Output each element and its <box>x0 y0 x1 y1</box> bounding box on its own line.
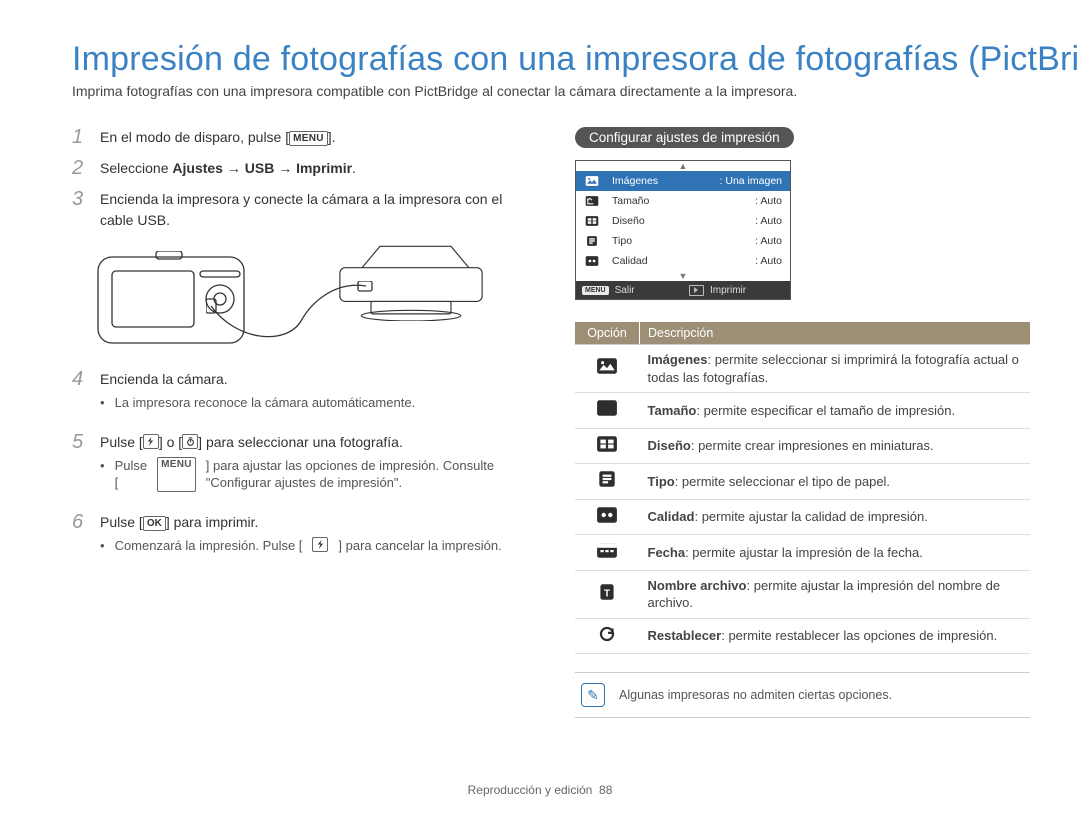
row-value: Auto <box>755 215 782 227</box>
footer-exit: Salir <box>615 285 635 296</box>
row-label: Tipo <box>612 235 755 247</box>
option-icon <box>575 464 640 500</box>
options-table: Opción Descripción Imágenes: permite sel… <box>575 322 1030 654</box>
scroll-down-icon: ▼ <box>576 271 790 281</box>
step-number: 4 <box>72 369 90 422</box>
print-menu-screen: ▲ ImágenesUna imagenTamañoAutoDiseñoAuto… <box>575 160 791 300</box>
table-row: Calidad: permite ajustar la calidad de i… <box>575 499 1030 535</box>
step-number: 1 <box>72 127 90 148</box>
option-desc: Restablecer: permite restablecer las opc… <box>640 618 1031 654</box>
menu-row: CalidadAuto <box>576 251 790 271</box>
table-row: Tipo: permite seleccionar el tipo de pap… <box>575 464 1030 500</box>
row-value: Auto <box>755 195 782 207</box>
play-icon <box>689 285 704 296</box>
footer-print: Imprimir <box>710 285 746 296</box>
note-text: Algunas impresoras no admiten ciertas op… <box>619 688 892 702</box>
th-option: Opción <box>575 322 640 345</box>
section-pill: Configurar ajustes de impresión <box>575 127 794 148</box>
ok-icon: OK <box>143 516 166 531</box>
option-icon <box>575 393 640 429</box>
row-icon <box>582 214 602 228</box>
row-icon <box>582 234 602 248</box>
step-number: 2 <box>72 158 90 179</box>
row-label: Tamaño <box>612 195 755 207</box>
step6-bullet: Comenzará la impresión. Pulse [] para ca… <box>100 537 527 555</box>
option-desc: Imágenes: permite seleccionar si imprimi… <box>640 345 1031 393</box>
table-row: Diseño: permite crear impresiones en min… <box>575 428 1030 464</box>
svg-text:T: T <box>604 588 610 599</box>
camera-printer-illustration <box>96 241 527 355</box>
step3-text: Encienda la impresora y conecte la cámar… <box>100 189 527 231</box>
step2-bold: Ajustes → USB → Imprimir <box>172 160 352 176</box>
option-desc: Calidad: permite ajustar la calidad de i… <box>640 499 1031 535</box>
row-icon <box>582 194 602 208</box>
th-desc: Descripción <box>640 322 1031 345</box>
row-icon <box>582 254 602 268</box>
row-label: Calidad <box>612 255 755 267</box>
option-icon <box>575 499 640 535</box>
option-icon: T <box>575 570 640 618</box>
menu-icon: MENU <box>157 457 196 492</box>
step-number: 5 <box>72 432 90 502</box>
table-row: Tamaño: permite especificar el tamaño de… <box>575 393 1030 429</box>
settings-column: Configurar ajustes de impresión ▲ Imágen… <box>575 127 1030 718</box>
option-desc: Tamaño: permite especificar el tamaño de… <box>640 393 1031 429</box>
menu-icon: MENU <box>289 131 328 146</box>
menu-row: ImágenesUna imagen <box>576 171 790 191</box>
row-label: Imágenes <box>612 175 720 187</box>
table-row: Fecha: permite ajustar la impresión de l… <box>575 535 1030 571</box>
timer-icon <box>182 434 198 449</box>
table-row: Imágenes: permite seleccionar si imprimi… <box>575 345 1030 393</box>
step4-text: Encienda la cámara. <box>100 371 228 387</box>
step-number: 3 <box>72 189 90 231</box>
menu-row: DiseñoAuto <box>576 211 790 231</box>
menu-row: TamañoAuto <box>576 191 790 211</box>
option-desc: Nombre archivo: permite ajustar la impre… <box>640 570 1031 618</box>
step4-bullet: La impresora reconoce la cámara automáti… <box>100 394 527 412</box>
step1-text: En el modo de disparo, pulse [ <box>100 129 289 145</box>
note-box: ✎ Algunas impresoras no admiten ciertas … <box>575 672 1030 718</box>
scroll-up-icon: ▲ <box>576 161 790 171</box>
row-value: Auto <box>755 255 782 267</box>
row-value: Auto <box>755 235 782 247</box>
step-number: 6 <box>72 512 90 565</box>
option-icon <box>575 535 640 571</box>
row-label: Diseño <box>612 215 755 227</box>
page-title: Impresión de fotografías con una impreso… <box>72 40 1030 79</box>
option-desc: Diseño: permite crear impresiones en min… <box>640 428 1031 464</box>
option-desc: Tipo: permite seleccionar el tipo de pap… <box>640 464 1031 500</box>
option-icon <box>575 428 640 464</box>
steps-column: 1 En el modo de disparo, pulse [MENU]. 2… <box>72 127 527 718</box>
row-icon <box>582 174 602 188</box>
table-row: Restablecer: permite restablecer las opc… <box>575 618 1030 654</box>
page-intro: Imprima fotografías con una impresora co… <box>72 83 1030 99</box>
option-icon <box>575 345 640 393</box>
table-row: T Nombre archivo: permite ajustar la impr… <box>575 570 1030 618</box>
step5-bullet: Pulse [MENU] para ajustar las opciones d… <box>100 457 527 492</box>
page-footer: Reproducción y edición 88 <box>0 783 1080 797</box>
row-value: Una imagen <box>720 175 782 187</box>
menu-icon: MENU <box>582 286 609 295</box>
info-icon: ✎ <box>581 683 605 707</box>
flash-icon <box>312 537 328 552</box>
menu-row: TipoAuto <box>576 231 790 251</box>
option-icon <box>575 618 640 654</box>
flash-icon <box>143 434 159 449</box>
option-desc: Fecha: permite ajustar la impresión de l… <box>640 535 1031 571</box>
